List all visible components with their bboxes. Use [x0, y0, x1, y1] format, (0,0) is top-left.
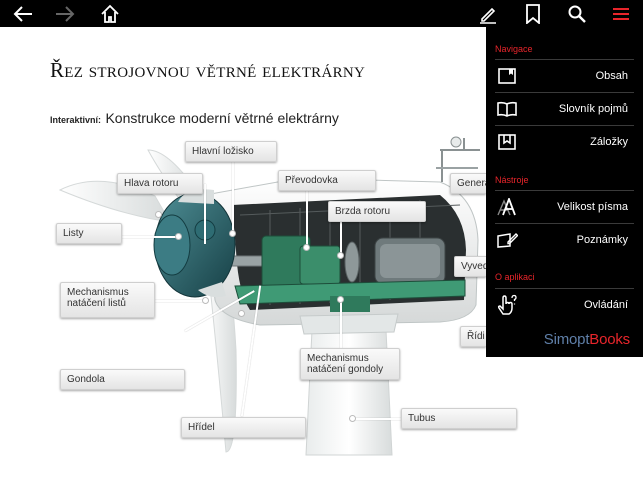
menu-item-label: Záložky	[590, 135, 628, 148]
leader-line	[155, 300, 205, 302]
menu-icon[interactable]	[604, 0, 638, 27]
hotspot-dot[interactable]	[337, 296, 344, 303]
callout-hridel[interactable]: Hřídel	[181, 417, 306, 438]
brand-part1: Simopt	[543, 331, 590, 348]
menu-item-label: Ovládání	[583, 298, 628, 311]
subtitle: Interaktivní: Konstrukce moderní větrné …	[50, 110, 339, 128]
callout-hlavni-lozisko[interactable]: Hlavní ložisko	[185, 141, 277, 162]
hotspot-dot[interactable]	[229, 230, 236, 237]
callout-brzda-rotoru[interactable]: Brzda rotoru	[328, 201, 426, 222]
callout-hlava-rotoru[interactable]: Hlava rotoru	[117, 173, 203, 194]
back-arrow-icon[interactable]	[6, 0, 40, 27]
menu-item-ovladani[interactable]: Ovládání	[495, 288, 634, 320]
menu-item-slovnik-pojmu[interactable]: Slovník pojmů	[495, 92, 634, 124]
callout-gondola[interactable]: Gondola	[60, 369, 185, 390]
callout-line: Mechanismus	[67, 287, 129, 298]
leader-line	[355, 418, 401, 420]
pencil-icon[interactable]	[471, 0, 505, 27]
contents-icon	[495, 65, 519, 87]
hotspot-dot[interactable]	[238, 310, 245, 317]
leader-line	[306, 190, 308, 248]
bookmarks-icon	[495, 131, 519, 153]
subtitle-tag: Interaktivní:	[50, 115, 102, 125]
hotspot-dot[interactable]	[303, 244, 310, 251]
callout-generator[interactable]: Genera	[450, 173, 490, 194]
menu-section-o-aplikaci: O aplikaci	[495, 272, 535, 282]
leader-line	[122, 236, 178, 238]
callout-tubus[interactable]: Tubus	[401, 408, 517, 429]
touch-help-icon	[495, 294, 519, 316]
menu-item-zalozky[interactable]: Záložky	[495, 125, 634, 157]
menu-item-label: Slovník pojmů	[558, 102, 628, 115]
callout-line: Mechanismus	[307, 353, 369, 364]
leader-line	[204, 184, 206, 244]
menu-item-poznamky[interactable]: Poznámky	[495, 223, 634, 255]
home-icon[interactable]	[93, 0, 127, 27]
menu-item-label: Poznámky	[576, 233, 628, 246]
search-icon[interactable]	[560, 0, 594, 27]
bookmark-icon[interactable]	[516, 0, 550, 27]
side-menu: Navigace Obsah Slovník pojmů Záložky Nás…	[486, 27, 643, 357]
notes-icon	[495, 229, 519, 251]
brand-logo: SimoptBooks	[544, 331, 630, 348]
callout-mechanismus-natoceni-listu[interactable]: Mechanismus natáčení listů	[60, 282, 155, 318]
font-size-icon	[495, 196, 519, 218]
callout-prevodovka[interactable]: Převodovka	[278, 170, 376, 191]
callout-line: natáčení listů	[67, 298, 126, 309]
hotspot-dot[interactable]	[175, 233, 182, 240]
callout-ridici[interactable]: Řídi	[460, 326, 486, 347]
open-book-icon	[495, 98, 519, 120]
menu-item-label: Velikost písma	[557, 200, 628, 213]
callout-vyvedeni[interactable]: Vyved	[454, 256, 488, 277]
subtitle-text: Konstrukce moderní větrné elektrárny	[105, 110, 339, 126]
leader-line	[340, 222, 342, 256]
callout-listy[interactable]: Listy	[56, 223, 122, 244]
callout-mechanismus-natoceni-gondoly[interactable]: Mechanismus natáčení gondoly	[300, 348, 400, 380]
forward-arrow-icon[interactable]	[48, 0, 82, 27]
menu-item-velikost-pisma[interactable]: Velikost písma	[495, 190, 634, 222]
page-title: Řez strojovnou větrné elektrárny	[50, 58, 366, 82]
hotspot-dot[interactable]	[202, 297, 209, 304]
leader-line	[340, 300, 342, 348]
menu-section-nastroje: Nástroje	[495, 175, 529, 185]
menu-section-navigace: Navigace	[495, 44, 533, 54]
top-toolbar	[0, 0, 643, 27]
menu-item-label: Obsah	[595, 69, 628, 82]
hotspot-dot[interactable]	[155, 211, 162, 218]
leader-line	[232, 162, 234, 234]
callout-line: natáčení gondoly	[307, 364, 384, 375]
menu-item-obsah[interactable]: Obsah	[495, 59, 634, 91]
hotspot-dot[interactable]	[337, 252, 344, 259]
hotspot-dot[interactable]	[349, 415, 356, 422]
brand-part2: Books	[589, 331, 630, 348]
